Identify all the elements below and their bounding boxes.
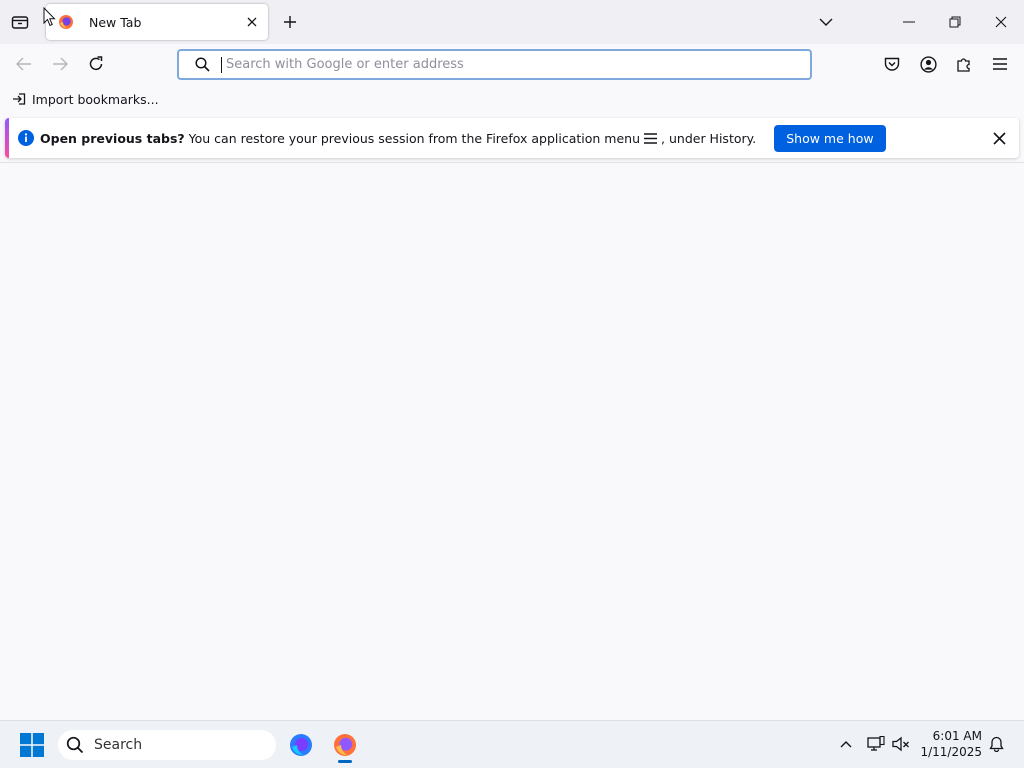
import-bookmarks-label: Import bookmarks... [32, 91, 159, 107]
firefox-app-icon[interactable] [331, 731, 359, 759]
reload-icon[interactable] [84, 52, 108, 76]
import-bookmarks-button[interactable]: Import bookmarks... [12, 88, 159, 110]
notification-bell-icon[interactable] [986, 734, 1006, 754]
active-app-indicator [338, 760, 352, 763]
close-window-icon[interactable] [984, 8, 1018, 36]
taskbar-search-label: Search [94, 737, 143, 753]
url-bar[interactable] [177, 49, 812, 80]
close-notification-icon[interactable] [989, 128, 1009, 148]
account-icon[interactable] [916, 52, 940, 76]
tab-list-chevron-icon[interactable] [814, 10, 838, 34]
notification-accent-bar [5, 118, 9, 158]
firefox-favicon-icon [59, 15, 73, 29]
urlbar-search-icon [187, 57, 217, 72]
hamburger-menu-inline-icon [644, 132, 658, 144]
extensions-icon[interactable] [952, 52, 976, 76]
text-caret [221, 56, 222, 73]
pocket-icon[interactable] [880, 52, 904, 76]
clock-time: 6:01 AM [932, 729, 982, 743]
show-hidden-icons-chevron[interactable] [836, 734, 856, 754]
notification-text-suffix: , under History. [661, 130, 757, 146]
forward-arrow-icon[interactable] [48, 52, 72, 76]
hamburger-menu-icon[interactable] [988, 52, 1012, 76]
back-arrow-icon[interactable] [12, 52, 36, 76]
network-icon[interactable] [866, 734, 886, 754]
minimize-icon[interactable] [892, 8, 926, 36]
url-input[interactable] [226, 57, 786, 72]
system-clock[interactable]: 6:01 AM 1/11/2025 [920, 728, 982, 760]
tab-new-tab[interactable]: New Tab [46, 4, 268, 40]
firefox-dev-app-icon[interactable] [287, 731, 315, 759]
windows-start-icon[interactable] [18, 731, 46, 759]
import-icon [13, 93, 26, 105]
close-tab-icon[interactable] [240, 10, 264, 34]
tab-overview-icon[interactable] [8, 10, 32, 34]
notification-title: Open previous tabs? [40, 130, 185, 146]
clock-date: 1/11/2025 [920, 745, 982, 759]
new-tab-plus-icon[interactable] [278, 10, 302, 34]
volume-muted-icon[interactable] [891, 734, 911, 754]
show-me-how-button[interactable]: Show me how [774, 124, 886, 152]
session-restore-notification: Open previous tabs? You can restore your… [5, 118, 1019, 158]
mouse-cursor-icon [42, 6, 56, 28]
page-content [0, 163, 1024, 720]
tab-title: New Tab [89, 14, 142, 30]
taskbar-search-icon [66, 736, 84, 754]
notification-message: Open previous tabs? You can restore your… [40, 131, 756, 146]
taskbar-search-box[interactable]: Search [58, 730, 276, 760]
restore-icon[interactable] [938, 8, 972, 36]
notification-text: You can restore your previous session fr… [188, 130, 641, 146]
info-icon [18, 130, 34, 146]
